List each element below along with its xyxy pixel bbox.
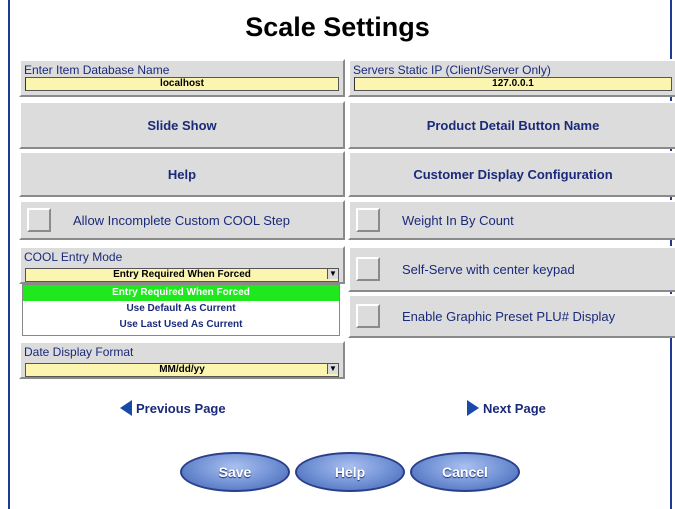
help-button[interactable]: Help	[295, 452, 405, 492]
arrow-left-icon	[120, 400, 132, 416]
self-serve-label: Self-Serve with center keypad	[402, 261, 575, 277]
allow-incomplete-label: Allow Incomplete Custom COOL Step	[73, 212, 290, 228]
cool-entry-value: Entry Required When Forced	[113, 269, 251, 280]
chevron-down-icon[interactable]: ▼	[327, 269, 338, 279]
arrow-right-icon	[467, 400, 479, 416]
server-ip-panel: Servers Static IP (Client/Server Only) 1…	[348, 59, 675, 97]
weight-in-count-row: Weight In By Count	[348, 200, 675, 240]
graphic-preset-row: Enable Graphic Preset PLU# Display	[348, 294, 675, 338]
graphic-preset-checkbox[interactable]	[356, 304, 380, 328]
dropdown-option[interactable]: Use Default As Current	[23, 301, 339, 317]
cool-entry-label: COOL Entry Mode	[24, 250, 123, 264]
weight-in-count-label: Weight In By Count	[402, 212, 514, 228]
db-name-input[interactable]: localhost	[25, 77, 339, 91]
dropdown-option[interactable]: Use Last Used As Current	[23, 317, 339, 333]
previous-page-label: Previous Page	[136, 400, 226, 416]
dropdown-option[interactable]: Entry Required When Forced	[23, 285, 339, 301]
allow-incomplete-row: Allow Incomplete Custom COOL Step	[19, 200, 345, 240]
server-ip-label: Servers Static IP (Client/Server Only)	[353, 63, 551, 77]
graphic-preset-label: Enable Graphic Preset PLU# Display	[402, 308, 616, 324]
cool-entry-select[interactable]: Entry Required When Forced ▼	[25, 268, 339, 282]
next-page-button[interactable]: Next Page	[467, 400, 546, 416]
slide-show-button[interactable]: Slide Show	[19, 101, 345, 149]
date-format-panel: Date Display Format MM/dd/yy ▼	[19, 341, 345, 379]
db-name-panel: Enter Item Database Name localhost	[19, 59, 345, 97]
page-title: Scale Settings	[245, 12, 430, 42]
allow-incomplete-checkbox[interactable]	[27, 208, 51, 232]
next-page-label: Next Page	[483, 400, 546, 416]
previous-page-button[interactable]: Previous Page	[120, 400, 226, 416]
db-name-label: Enter Item Database Name	[24, 63, 170, 77]
weight-in-count-checkbox[interactable]	[356, 208, 380, 232]
date-format-label: Date Display Format	[24, 345, 134, 359]
help-settings-button[interactable]: Help	[19, 151, 345, 197]
cool-entry-panel: COOL Entry Mode Entry Required When Forc…	[19, 246, 345, 284]
save-button[interactable]: Save	[180, 452, 290, 492]
cancel-button[interactable]: Cancel	[410, 452, 520, 492]
self-serve-checkbox[interactable]	[356, 257, 380, 281]
cool-entry-dropdown-list: Entry Required When Forced Use Default A…	[22, 284, 340, 336]
chevron-down-icon[interactable]: ▼	[327, 364, 338, 374]
date-format-value: MM/dd/yy	[159, 364, 205, 375]
date-format-select[interactable]: MM/dd/yy ▼	[25, 363, 339, 377]
customer-display-button[interactable]: Customer Display Configuration	[348, 151, 675, 197]
self-serve-row: Self-Serve with center keypad	[348, 246, 675, 292]
product-detail-button[interactable]: Product Detail Button Name	[348, 101, 675, 149]
server-ip-input[interactable]: 127.0.0.1	[354, 77, 672, 91]
